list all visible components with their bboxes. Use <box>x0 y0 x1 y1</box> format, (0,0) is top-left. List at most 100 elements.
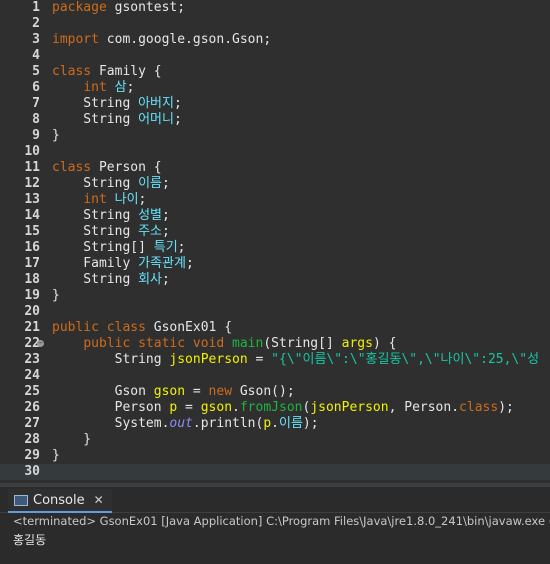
code-token: out <box>169 416 193 431</box>
code-token: , Person. <box>388 400 460 415</box>
code-token: Gson <box>52 384 154 399</box>
line-number: 30 <box>24 464 40 479</box>
code-line[interactable]: 5 class Family { <box>0 64 550 80</box>
line-number: 22 <box>24 336 40 351</box>
close-icon[interactable]: ✕ <box>94 493 104 507</box>
code-token: 가족관계 <box>138 256 186 271</box>
code-line[interactable]: 26 Person p = gson.fromJson(jsonPerson, … <box>0 400 550 416</box>
code-token: public class <box>52 320 146 335</box>
code-token: } <box>52 288 60 303</box>
code-token: com.google.gson.Gson; <box>98 32 272 47</box>
code-text: class Person { <box>52 160 162 176</box>
code-line[interactable]: 28 } <box>0 432 550 448</box>
code-line[interactable]: 1 package gsontest; <box>0 0 550 16</box>
line-number: 16 <box>24 240 40 255</box>
code-token: int <box>83 80 107 95</box>
console-icon <box>14 494 28 506</box>
code-token: jsonPerson <box>310 400 389 415</box>
code-token: args <box>341 336 373 351</box>
code-line[interactable]: 25 Gson gson = new Gson(); <box>0 384 550 400</box>
code-token: Person <box>52 400 170 415</box>
code-line[interactable]: 18 String 회사; <box>0 272 550 288</box>
code-text: Person p = gson.fromJson(jsonPerson, Per… <box>52 400 514 416</box>
code-line[interactable]: 21 public class GsonEx01 { <box>0 320 550 336</box>
code-line[interactable]: 2 <box>0 16 550 32</box>
code-token: ; <box>162 176 170 191</box>
code-line[interactable]: 22− public static void main(String[] arg… <box>0 336 550 352</box>
code-text: } <box>52 448 60 464</box>
code-token: 나이 <box>114 192 139 207</box>
code-line[interactable]: 11 class Person { <box>0 160 550 176</box>
code-line[interactable]: 30 <box>0 464 550 480</box>
code-token: package <box>52 0 107 15</box>
line-number: 9 <box>32 128 40 143</box>
line-number: 20 <box>24 304 40 319</box>
code-line[interactable]: 16 String[] 특기; <box>0 240 550 256</box>
code-line[interactable]: 7 String 아버지; <box>0 96 550 112</box>
code-token: .println( <box>192 416 264 431</box>
code-text: public class GsonEx01 { <box>52 320 232 336</box>
code-token: new <box>208 384 233 399</box>
code-line[interactable]: 10 <box>0 144 550 160</box>
code-line[interactable]: 14 String 성별; <box>0 208 550 224</box>
line-number: 12 <box>24 176 40 191</box>
code-text: import com.google.gson.Gson; <box>52 32 271 48</box>
code-line[interactable]: 23 String jsonPerson = "{\"이름\":\"홍길동\",… <box>0 352 550 368</box>
code-token: ; <box>138 192 147 207</box>
code-token: ); <box>302 416 319 431</box>
console-tab[interactable]: Console ✕ <box>8 489 112 513</box>
code-line[interactable]: 15 String 주소; <box>0 224 550 240</box>
line-number: 14 <box>24 208 40 223</box>
code-token: String <box>52 272 139 287</box>
code-token: jsonPerson <box>169 352 248 367</box>
line-number: 25 <box>24 384 40 399</box>
code-token: = <box>247 352 272 367</box>
code-line[interactable]: 19} <box>0 288 550 304</box>
line-number: 28 <box>24 432 40 447</box>
code-token: ; <box>177 240 186 255</box>
code-token: String <box>52 176 139 191</box>
code-token: String <box>52 112 139 127</box>
code-token: (String[] <box>263 336 342 351</box>
code-token: ; <box>126 80 135 95</box>
fold-collapse-icon[interactable]: − <box>37 340 44 347</box>
code-line[interactable]: 4 <box>0 48 550 64</box>
code-editor[interactable]: 1 package gsontest; 2 3 import com.google.gs… <box>0 0 550 483</box>
code-line[interactable]: 17 Family 가족관계; <box>0 256 550 272</box>
line-number: 24 <box>24 368 40 383</box>
code-token: Family { <box>91 64 162 79</box>
line-number: 4 <box>32 48 40 63</box>
line-number: 27 <box>24 416 40 431</box>
code-token: String <box>52 224 139 239</box>
line-number: 19 <box>24 288 40 303</box>
code-token: ; <box>173 96 182 111</box>
code-line[interactable]: 3 import com.google.gson.Gson; <box>0 32 550 48</box>
code-text: int 삼; <box>52 80 134 96</box>
code-token: class <box>459 400 499 415</box>
code-text: Family 가족관계; <box>52 256 193 272</box>
line-number: 6 <box>32 80 40 95</box>
code-line[interactable]: 29} <box>0 448 550 464</box>
code-line[interactable]: 24 <box>0 368 550 384</box>
code-line[interactable]: 12 String 이름; <box>0 176 550 192</box>
console-status-text: <terminated> GsonEx01 [Java Application]… <box>13 514 550 528</box>
code-token: } <box>52 128 60 143</box>
code-line[interactable]: 20 <box>0 304 550 320</box>
code-line[interactable]: 6 int 삼; <box>0 80 550 96</box>
code-token: Person { <box>91 160 162 175</box>
code-token: "{\"이름\":\"홍길동\",\"나이\":25,\"성 <box>271 352 540 367</box>
code-line[interactable]: 27 System.out.println(p.이름); <box>0 416 550 432</box>
code-line[interactable]: 9} <box>0 128 550 144</box>
code-line[interactable]: 8 String 어머니; <box>0 112 550 128</box>
code-text: } <box>52 432 91 448</box>
code-line[interactable]: 13 int 나이; <box>0 192 550 208</box>
line-number: 13 <box>24 192 40 207</box>
code-token: ) { <box>372 336 397 351</box>
code-token: fromJson <box>239 400 303 415</box>
